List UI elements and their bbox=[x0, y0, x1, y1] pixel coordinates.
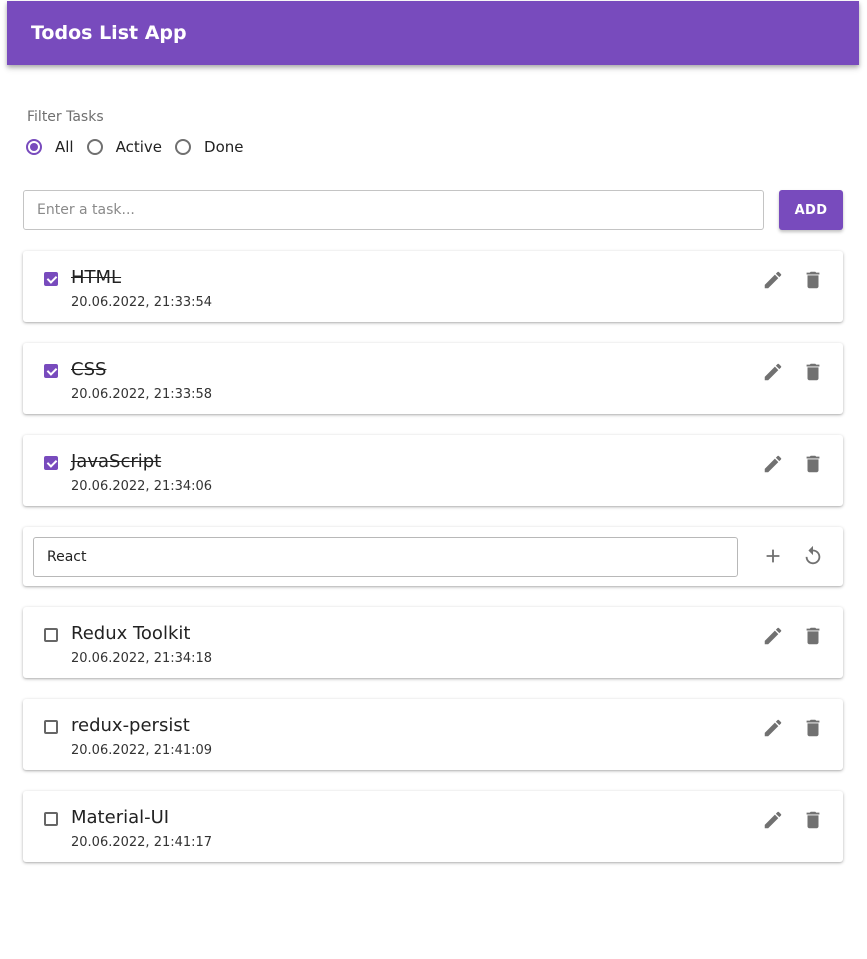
undo-icon[interactable] bbox=[799, 542, 827, 570]
new-task-input[interactable] bbox=[23, 190, 764, 230]
pencil-icon[interactable] bbox=[759, 266, 787, 294]
pencil-icon[interactable] bbox=[759, 450, 787, 478]
todo-item: HTML 20.06.2022, 21:33:54 bbox=[23, 251, 843, 322]
radio-button-all[interactable] bbox=[26, 139, 42, 155]
trash-icon[interactable] bbox=[799, 358, 827, 386]
filter-option-done[interactable]: Done bbox=[175, 138, 243, 156]
trash-icon[interactable] bbox=[799, 266, 827, 294]
todo-date: 20.06.2022, 21:33:54 bbox=[71, 295, 213, 310]
todo-date: 20.06.2022, 21:41:17 bbox=[71, 835, 213, 850]
todo-done-checkbox[interactable] bbox=[44, 272, 58, 286]
pencil-icon[interactable] bbox=[759, 622, 787, 650]
add-task-button[interactable]: ADD bbox=[779, 190, 843, 230]
app-title: Todos List App bbox=[31, 22, 187, 44]
filter-radio-group: All Active Done bbox=[26, 138, 256, 156]
trash-icon[interactable] bbox=[799, 622, 827, 650]
todo-item: JavaScript 20.06.2022, 21:34:06 bbox=[23, 435, 843, 506]
pencil-icon[interactable] bbox=[759, 714, 787, 742]
todo-done-checkbox[interactable] bbox=[44, 456, 58, 470]
filter-option-label: Done bbox=[204, 138, 244, 156]
todo-title: redux-persist bbox=[71, 715, 190, 736]
trash-icon[interactable] bbox=[799, 450, 827, 478]
todo-date: 20.06.2022, 21:34:18 bbox=[71, 651, 213, 666]
trash-icon[interactable] bbox=[799, 714, 827, 742]
todo-date: 20.06.2022, 21:34:06 bbox=[71, 479, 213, 494]
todo-title: Redux Toolkit bbox=[71, 623, 191, 644]
trash-icon[interactable] bbox=[799, 806, 827, 834]
pencil-icon[interactable] bbox=[759, 806, 787, 834]
todo-done-checkbox[interactable] bbox=[44, 812, 58, 826]
pencil-icon[interactable] bbox=[759, 358, 787, 386]
todo-date: 20.06.2022, 21:33:58 bbox=[71, 387, 213, 402]
radio-button-done[interactable] bbox=[175, 139, 192, 155]
todo-title: Material-UI bbox=[71, 807, 170, 828]
plus-icon[interactable] bbox=[759, 542, 787, 570]
todo-item: Material-UI 20.06.2022, 21:41:17 bbox=[23, 791, 843, 862]
todo-item: CSS 20.06.2022, 21:33:58 bbox=[23, 343, 843, 414]
todo-title: HTML bbox=[71, 267, 122, 288]
todo-item: redux-persist 20.06.2022, 21:41:09 bbox=[23, 699, 843, 770]
filter-option-label: All bbox=[55, 138, 74, 156]
todo-date: 20.06.2022, 21:41:09 bbox=[71, 743, 213, 758]
app-bar: Todos List App bbox=[7, 1, 859, 65]
edit-task-input[interactable] bbox=[33, 537, 738, 577]
filter-option-all[interactable]: All bbox=[26, 138, 74, 156]
todo-item-editing bbox=[23, 527, 843, 586]
filter-option-label: Active bbox=[115, 138, 163, 156]
radio-button-active[interactable] bbox=[86, 139, 103, 155]
todo-title: JavaScript bbox=[71, 451, 162, 472]
filter-option-active[interactable]: Active bbox=[86, 138, 163, 156]
filter-label: Filter Tasks bbox=[27, 109, 104, 125]
todo-done-checkbox[interactable] bbox=[44, 364, 58, 378]
todo-done-checkbox[interactable] bbox=[44, 628, 58, 642]
todo-title: CSS bbox=[71, 359, 107, 380]
todo-done-checkbox[interactable] bbox=[44, 720, 58, 734]
todo-item: Redux Toolkit 20.06.2022, 21:34:18 bbox=[23, 607, 843, 678]
